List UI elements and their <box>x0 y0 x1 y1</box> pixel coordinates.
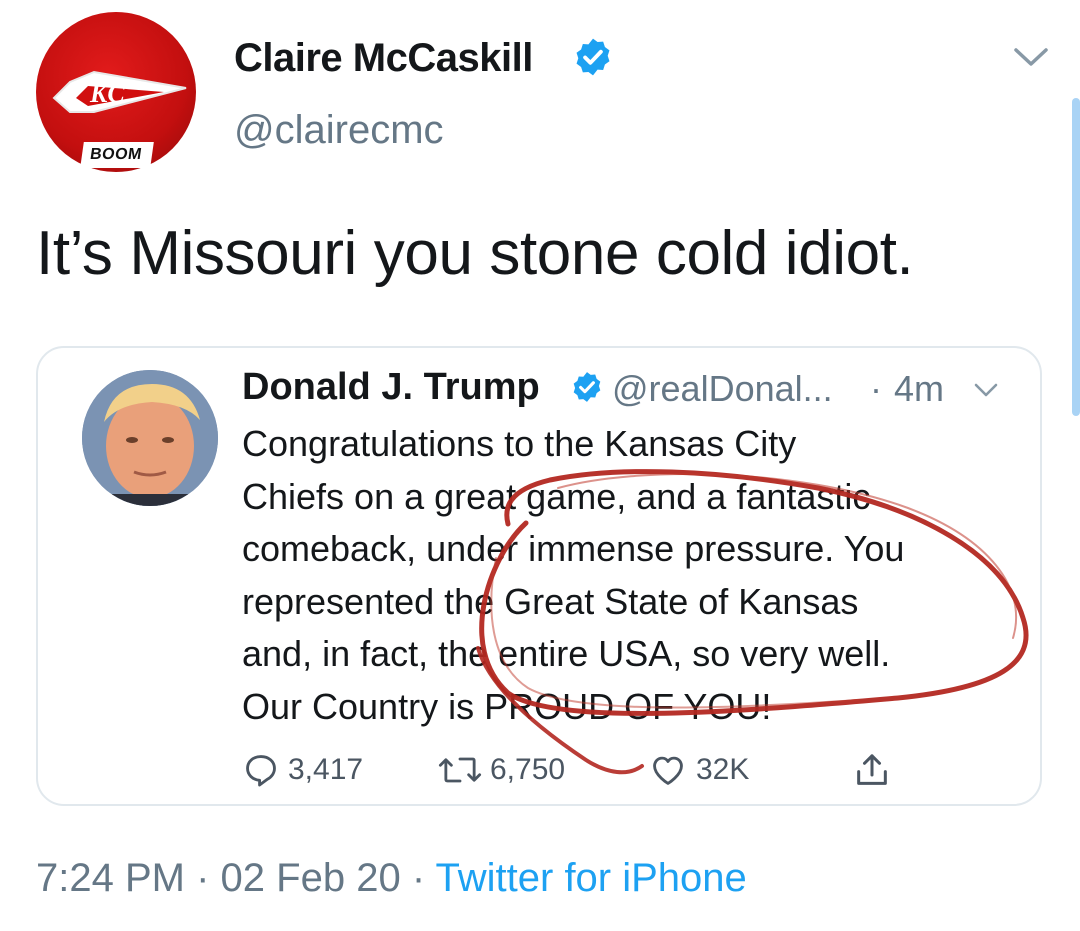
tweet-meta: 7:24 PM · 02 Feb 20 · Twitter for iPhone <box>36 856 747 901</box>
like-button[interactable]: 32K <box>648 748 749 792</box>
author-name[interactable]: Claire McCaskill <box>234 36 533 81</box>
chevron-down-icon[interactable] <box>1010 42 1052 72</box>
tweet-text: It’s Missouri you stone cold idiot. <box>36 219 914 288</box>
quoted-author-avatar[interactable] <box>82 370 218 506</box>
quoted-author-name[interactable]: Donald J. Trump <box>242 366 540 409</box>
quoted-text-line: Chiefs on a great game, and a fantastic <box>242 475 871 517</box>
quoted-text-line: represented the Great State of Kansas <box>242 580 859 622</box>
scrollbar[interactable] <box>1072 98 1080 416</box>
verified-badge-icon <box>576 38 610 76</box>
share-icon <box>857 754 887 785</box>
separator-dot: · <box>870 368 882 409</box>
share-button[interactable] <box>852 748 900 792</box>
quoted-author-handle[interactable]: @realDonal... <box>612 368 833 410</box>
heart-icon <box>653 756 683 785</box>
chevron-down-icon[interactable] <box>972 380 1000 400</box>
separator-dot: · <box>196 856 210 900</box>
tweet-date[interactable]: 02 Feb 20 <box>221 856 401 900</box>
reply-icon <box>246 755 276 787</box>
tweet-timestamp[interactable]: 7:24 PM <box>36 856 185 900</box>
tweet-source-link[interactable]: Twitter for iPhone <box>436 856 747 900</box>
quoted-action-bar: 3,417 6,750 32K <box>242 748 1022 792</box>
quoted-text-line: Congratulations to the Kansas City <box>242 423 797 464</box>
retweet-count: 6,750 <box>490 753 566 786</box>
quoted-text-line: and, in fact, the entire USA, so very we… <box>242 633 891 674</box>
like-count: 32K <box>696 753 750 786</box>
quoted-text-line: comeback, under immense pressure. You <box>242 528 905 569</box>
reply-count: 3,417 <box>288 753 364 786</box>
svg-text:KC: KC <box>89 79 125 108</box>
reply-button[interactable]: 3,417 <box>242 748 363 792</box>
quoted-text-line: Our Country is PROUD OF YOU! <box>242 685 772 727</box>
quoted-timestamp[interactable]: 4m <box>894 368 944 410</box>
retweet-button[interactable]: 6,750 <box>438 748 565 792</box>
retweet-icon <box>438 757 482 783</box>
avatar-badge: BOOM <box>80 142 154 168</box>
author-handle[interactable]: @clairecmc <box>234 108 444 153</box>
separator-dot: · <box>411 856 426 900</box>
portrait-image <box>82 370 218 506</box>
quoted-tweet-card[interactable]: Donald J. Trump @realDonal... · 4m Congr… <box>36 346 1042 806</box>
verified-badge-icon <box>573 372 601 402</box>
quoted-tweet-text: Congratulations to the Kansas City Chief… <box>242 418 1032 733</box>
